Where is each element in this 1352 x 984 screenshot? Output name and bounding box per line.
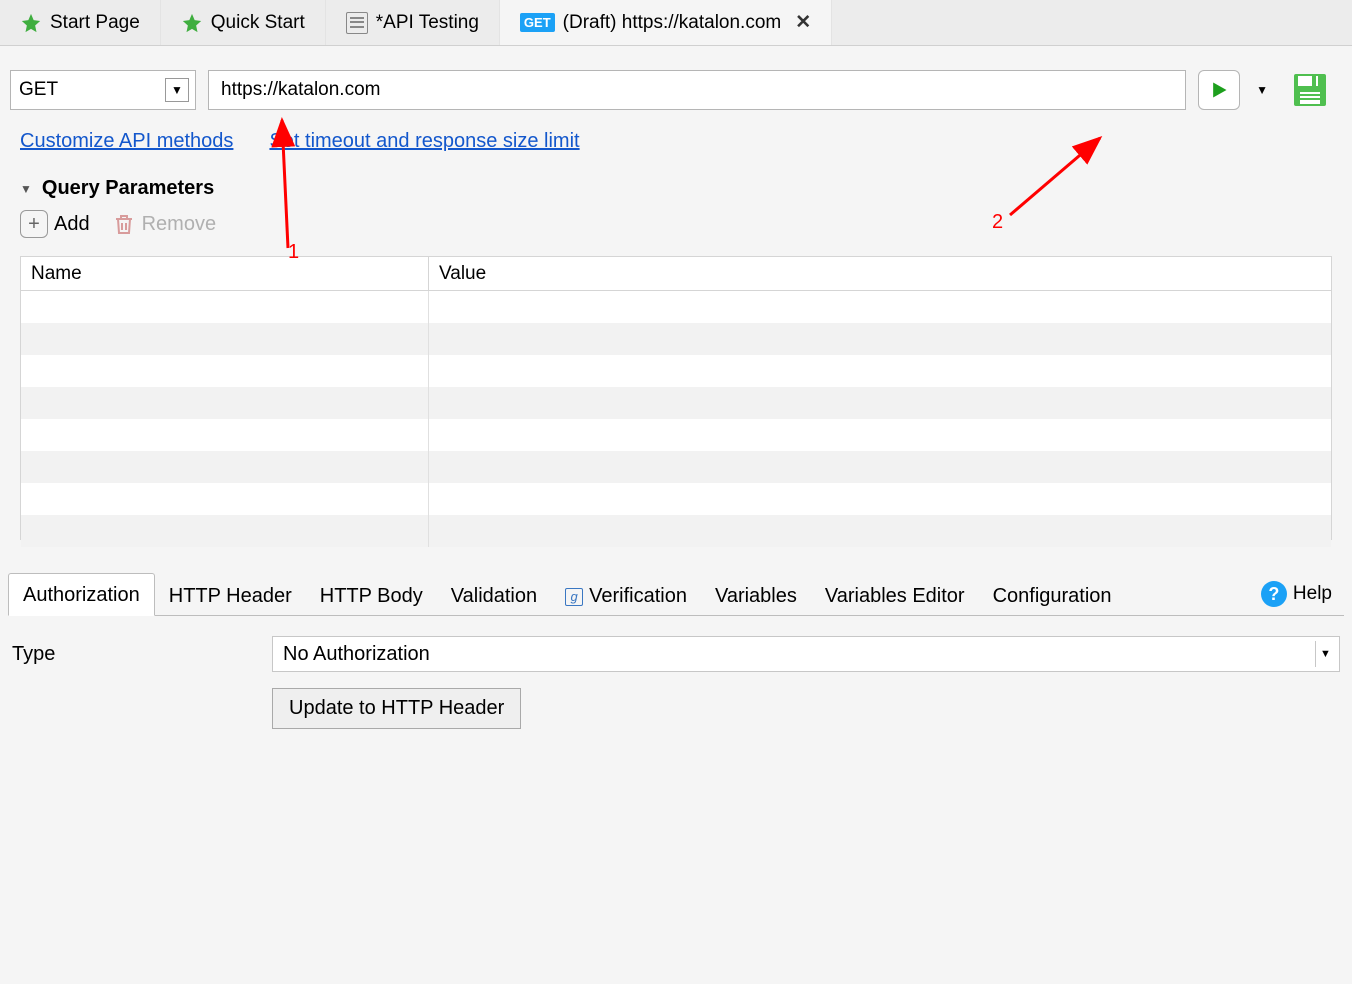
collapse-triangle-icon: ▼ [20, 182, 32, 196]
query-parameters-header[interactable]: ▼ Query Parameters [20, 177, 1332, 200]
add-label: Add [54, 213, 90, 236]
tab-verification[interactable]: g Verification [551, 575, 701, 616]
col-name-header[interactable]: Name [21, 257, 429, 290]
chevron-down-icon: ▼ [1315, 641, 1335, 667]
tab-http-header[interactable]: HTTP Header [155, 575, 306, 616]
play-icon [1209, 80, 1229, 100]
tab-label: (Draft) https://katalon.com [563, 12, 782, 34]
tab-authorization[interactable]: Authorization [8, 573, 155, 616]
script-icon: g [565, 588, 583, 606]
add-param-button[interactable]: + Add [20, 210, 90, 238]
query-parameters-title: Query Parameters [42, 177, 214, 200]
table-row[interactable] [21, 483, 1331, 515]
http-method-value: GET [19, 79, 58, 101]
table-row[interactable] [21, 387, 1331, 419]
tab-start-page[interactable]: Start Page [0, 0, 161, 45]
run-button[interactable] [1198, 70, 1240, 110]
query-parameters-table[interactable]: Name Value [20, 256, 1332, 540]
remove-label: Remove [142, 213, 216, 236]
tab-label: Quick Start [211, 12, 305, 34]
request-row: GET ▼ ▼ [0, 46, 1352, 110]
query-parameters-actions: + Add Remove [20, 210, 1332, 238]
customize-api-methods-link[interactable]: Customize API methods [20, 130, 233, 153]
trash-icon [112, 211, 136, 237]
help-icon: ? [1261, 581, 1287, 607]
table-row[interactable] [21, 451, 1331, 483]
chevron-down-icon: ▼ [165, 78, 189, 102]
document-icon [346, 12, 368, 34]
table-row[interactable] [21, 419, 1331, 451]
auth-type-label: Type [12, 643, 272, 666]
table-body [21, 291, 1331, 539]
table-row[interactable] [21, 323, 1331, 355]
close-icon[interactable]: ✕ [795, 11, 811, 34]
star-icon [181, 12, 203, 34]
floppy-disk-icon [1292, 72, 1328, 108]
remove-param-button: Remove [112, 211, 216, 237]
tab-variables[interactable]: Variables [701, 575, 811, 616]
table-header: Name Value [21, 257, 1331, 291]
tab-draft-request[interactable]: GET (Draft) https://katalon.com ✕ [500, 0, 832, 45]
tab-label: *API Testing [376, 12, 479, 34]
plus-icon: + [20, 210, 48, 238]
authorization-panel: Type No Authorization ▼ Update to HTTP H… [0, 616, 1352, 749]
tab-quick-start[interactable]: Quick Start [161, 0, 326, 45]
save-button[interactable] [1290, 70, 1330, 110]
help-label: Help [1293, 583, 1332, 605]
tab-http-body[interactable]: HTTP Body [306, 575, 437, 616]
tab-label: Start Page [50, 12, 140, 34]
tab-validation[interactable]: Validation [437, 575, 551, 616]
tab-configuration[interactable]: Configuration [979, 575, 1126, 616]
update-http-header-button[interactable]: Update to HTTP Header [272, 688, 521, 729]
tab-variables-editor[interactable]: Variables Editor [811, 575, 979, 616]
method-badge-icon: GET [520, 13, 555, 32]
table-row[interactable] [21, 355, 1331, 387]
auth-type-value: No Authorization [283, 643, 430, 666]
set-timeout-link[interactable]: Set timeout and response size limit [269, 130, 579, 153]
auth-type-select[interactable]: No Authorization ▼ [272, 636, 1340, 672]
request-url-input[interactable] [208, 70, 1186, 110]
tab-api-testing[interactable]: *API Testing [326, 0, 500, 45]
http-method-select[interactable]: GET ▼ [10, 70, 196, 110]
tab-help[interactable]: ? Help [1249, 573, 1344, 615]
links-row: Customize API methods Set timeout and re… [0, 110, 1352, 153]
col-value-header[interactable]: Value [429, 257, 1331, 290]
table-row[interactable] [21, 515, 1331, 547]
editor-tabbar: Start Page Quick Start *API Testing GET … [0, 0, 1352, 46]
auth-type-row: Type No Authorization ▼ [12, 636, 1340, 672]
query-parameters-section: ▼ Query Parameters + Add Remove [0, 153, 1352, 244]
table-row[interactable] [21, 291, 1331, 323]
star-icon [20, 12, 42, 34]
run-dropdown-caret[interactable]: ▼ [1252, 83, 1272, 97]
request-detail-tabs: Authorization HTTP Header HTTP Body Vali… [8, 570, 1344, 616]
tab-verification-label: Verification [589, 585, 687, 607]
